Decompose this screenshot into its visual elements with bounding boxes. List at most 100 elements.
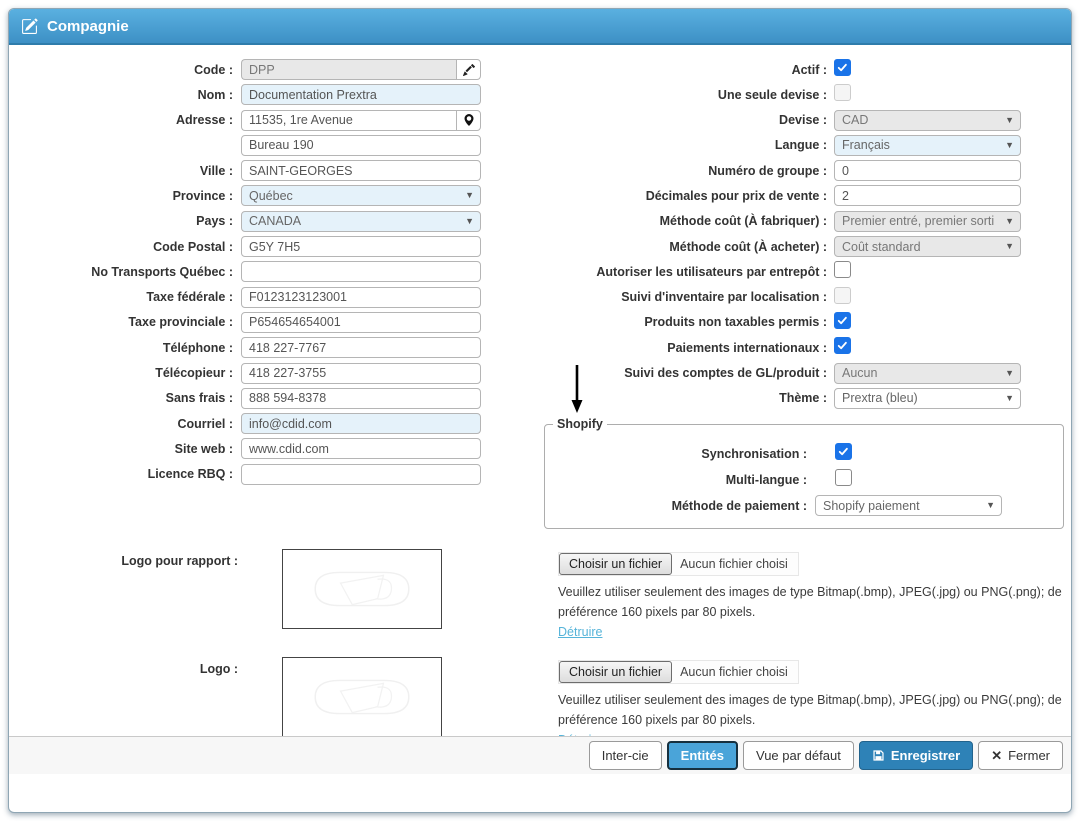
paiements-internationaux-row: Paiements internationaux : xyxy=(499,337,1029,358)
province-label: Province : xyxy=(11,189,233,203)
save-icon xyxy=(872,749,885,762)
nom-label: Nom : xyxy=(11,88,233,102)
image-format-helper: Veuillez utiliser seulement des images d… xyxy=(558,582,1070,622)
taxe-federale-row: Taxe fédérale : xyxy=(11,287,489,308)
ville-input[interactable] xyxy=(241,160,481,181)
taxe-provinciale-row: Taxe provinciale : xyxy=(11,312,489,333)
decimales-row: Décimales pour prix de vente : xyxy=(499,185,1029,206)
licence-rbq-label: Licence RBQ : xyxy=(11,467,233,481)
pays-select[interactable]: CANADA▼ xyxy=(241,211,481,232)
caret-down-icon: ▼ xyxy=(465,216,474,226)
no-transports-input[interactable] xyxy=(241,261,481,282)
courriel-row: Courriel : xyxy=(11,413,489,434)
produits-non-taxables-label: Produits non taxables permis : xyxy=(499,315,827,329)
langue-label: Langue : xyxy=(499,138,827,152)
multi-langue-checkbox[interactable] xyxy=(835,469,852,486)
code-postal-label: Code Postal : xyxy=(11,240,233,254)
choose-file-button[interactable]: Choisir un fichier xyxy=(559,553,672,575)
devise-row: Devise : CAD▼ xyxy=(499,110,1029,131)
compagnie-dialog: Compagnie Code : Nom : Adresse : xyxy=(8,8,1072,813)
entites-button[interactable]: Entités xyxy=(667,741,738,770)
site-web-row: Site web : xyxy=(11,438,489,459)
langue-select[interactable]: Français▼ xyxy=(834,135,1021,156)
telephone-input[interactable] xyxy=(241,337,481,358)
code-label: Code : xyxy=(11,63,233,77)
methode-paiement-row: Méthode de paiement : Shopify paiement▼ xyxy=(545,495,1063,516)
methode-paiement-select[interactable]: Shopify paiement▼ xyxy=(815,495,1002,516)
province-select[interactable]: Québec▼ xyxy=(241,185,481,206)
edit-code-button[interactable] xyxy=(456,59,481,80)
sans-frais-row: Sans frais : xyxy=(11,388,489,409)
numero-groupe-input[interactable] xyxy=(834,160,1021,181)
produits-non-taxables-checkbox[interactable] xyxy=(834,312,851,329)
pencil-icon xyxy=(463,64,475,76)
taxe-provinciale-label: Taxe provinciale : xyxy=(11,315,233,329)
taxe-provinciale-input[interactable] xyxy=(241,312,481,333)
actif-checkbox[interactable] xyxy=(834,59,851,76)
telecopieur-input[interactable] xyxy=(241,363,481,384)
logo-rapport-image xyxy=(282,549,442,629)
adresse-input[interactable] xyxy=(241,110,456,131)
caret-down-icon: ▼ xyxy=(986,500,995,510)
numero-groupe-label: Numéro de groupe : xyxy=(499,164,827,178)
code-postal-row: Code Postal : xyxy=(11,236,489,257)
destroy-link[interactable]: Détruire xyxy=(558,625,602,639)
suivi-inventaire-label: Suivi d'inventaire par localisation : xyxy=(499,290,827,304)
annotation-down-arrow xyxy=(570,363,584,420)
caret-down-icon: ▼ xyxy=(1005,241,1014,251)
licence-rbq-input[interactable] xyxy=(241,464,481,485)
decimales-label: Décimales pour prix de vente : xyxy=(499,189,827,203)
theme-select[interactable]: Prextra (bleu)▼ xyxy=(834,388,1021,409)
pays-row: Pays : CANADA▼ xyxy=(11,211,489,232)
langue-row: Langue : Français▼ xyxy=(499,135,1029,156)
sans-frais-label: Sans frais : xyxy=(11,391,233,405)
multi-langue-row: Multi-langue : xyxy=(545,469,1063,490)
fermer-button[interactable]: ✕ Fermer xyxy=(978,741,1063,770)
adresse-label: Adresse : xyxy=(11,113,233,127)
methode-cout-fabriquer-row: Méthode coût (À fabriquer) : Premier ent… xyxy=(499,211,1029,232)
theme-label: Thème : xyxy=(499,391,827,405)
decimales-input[interactable] xyxy=(834,185,1021,206)
courriel-input[interactable] xyxy=(241,413,481,434)
taxe-federale-label: Taxe fédérale : xyxy=(11,290,233,304)
code-row: Code : xyxy=(11,59,489,80)
dialog-footer: Inter-cie Entités Vue par défaut Enregis… xyxy=(9,736,1072,774)
caret-down-icon: ▼ xyxy=(1005,393,1014,403)
logo-label: Logo : xyxy=(9,662,238,676)
ville-row: Ville : xyxy=(11,160,489,181)
choose-file-button[interactable]: Choisir un fichier xyxy=(559,661,672,683)
caret-down-icon: ▼ xyxy=(465,190,474,200)
vue-par-defaut-button[interactable]: Vue par défaut xyxy=(743,741,854,770)
multi-langue-label: Multi-langue : xyxy=(545,473,807,487)
sans-frais-input[interactable] xyxy=(241,388,481,409)
synchronisation-label: Synchronisation : xyxy=(545,447,807,461)
inter-cie-button[interactable]: Inter-cie xyxy=(589,741,662,770)
autoriser-utilisateurs-label: Autoriser les utilisateurs par entrepôt … xyxy=(499,265,827,279)
caret-down-icon: ▼ xyxy=(1005,115,1014,125)
code-postal-input[interactable] xyxy=(241,236,481,257)
province-row: Province : Québec▼ xyxy=(11,185,489,206)
taxe-federale-input[interactable] xyxy=(241,287,481,308)
une-seule-devise-row: Une seule devise : xyxy=(499,84,1029,105)
nom-input[interactable] xyxy=(241,84,481,105)
suivi-comptes-gl-select: Aucun▼ xyxy=(834,363,1021,384)
ville-label: Ville : xyxy=(11,164,233,178)
synchronisation-row: Synchronisation : xyxy=(545,443,1063,464)
adresse2-input[interactable] xyxy=(241,135,481,156)
adresse-row: Adresse : xyxy=(11,110,489,131)
devise-label: Devise : xyxy=(499,113,827,127)
synchronisation-checkbox[interactable] xyxy=(835,443,852,460)
autoriser-utilisateurs-checkbox[interactable] xyxy=(834,261,851,278)
paiements-internationaux-checkbox[interactable] xyxy=(834,337,851,354)
logo-image xyxy=(282,657,442,737)
enregistrer-button[interactable]: Enregistrer xyxy=(859,741,973,770)
map-pin-button[interactable] xyxy=(456,110,481,131)
no-file-chosen-text: Aucun fichier choisi xyxy=(672,557,798,571)
no-transports-label: No Transports Québec : xyxy=(11,265,233,279)
telecopieur-row: Télécopieur : xyxy=(11,363,489,384)
autoriser-utilisateurs-row: Autoriser les utilisateurs par entrepôt … xyxy=(499,261,1029,282)
une-seule-devise-label: Une seule devise : xyxy=(499,88,827,102)
licence-rbq-row: Licence RBQ : xyxy=(11,464,489,485)
site-web-input[interactable] xyxy=(241,438,481,459)
no-file-chosen-text: Aucun fichier choisi xyxy=(672,665,798,679)
